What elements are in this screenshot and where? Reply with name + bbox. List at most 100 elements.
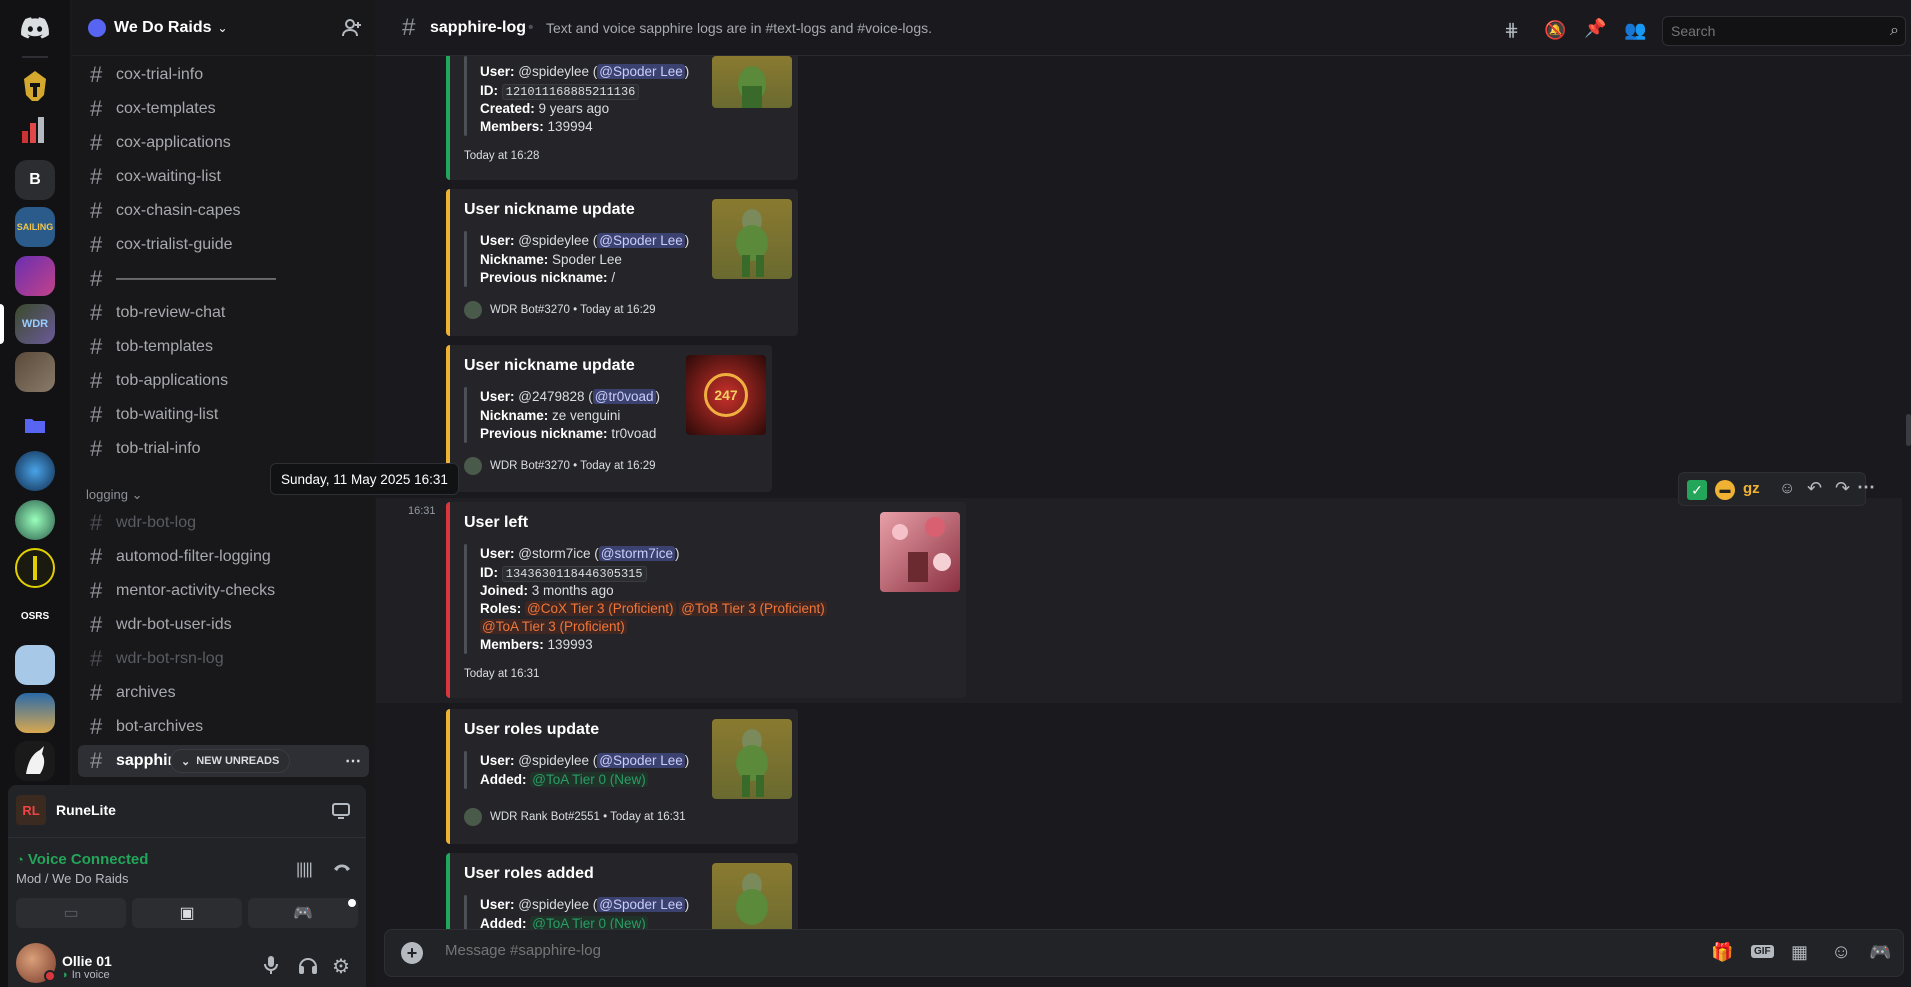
chevron-down-icon: ⌄ bbox=[181, 755, 191, 768]
voice-status[interactable]: ◔ Voice Connected bbox=[16, 851, 148, 868]
avatar-thumbnail[interactable] bbox=[712, 863, 792, 929]
server-avatar-icon[interactable] bbox=[15, 256, 55, 296]
avatar-thumbnail[interactable] bbox=[712, 56, 792, 108]
more-options-icon[interactable]: ⋯ bbox=[1857, 477, 1875, 498]
channel-item[interactable]: # mentor-activity-checks bbox=[78, 575, 369, 607]
upload-plus-icon[interactable]: + bbox=[401, 942, 423, 964]
avatar-thumbnail[interactable] bbox=[712, 199, 792, 279]
new-unreads-badge[interactable]: ⌄ NEW UNREADS bbox=[170, 749, 291, 773]
server-castle-icon[interactable] bbox=[15, 693, 55, 733]
channel-item[interactable]: # —————————— bbox=[78, 263, 369, 295]
user-mention[interactable]: @Spoder Lee bbox=[597, 897, 685, 912]
microphone-icon[interactable] bbox=[264, 955, 278, 980]
threads-icon[interactable]: ⋕ bbox=[1504, 20, 1519, 41]
channel-item[interactable]: # automod-filter-logging bbox=[78, 541, 369, 573]
add-member-icon[interactable] bbox=[342, 18, 362, 43]
check-reaction-icon[interactable]: ✓ bbox=[1687, 480, 1707, 500]
role-mention[interactable]: @ToB Tier 3 (Proficient) bbox=[679, 601, 827, 616]
folder-icon[interactable] bbox=[15, 405, 55, 445]
role-mention[interactable]: @ToA Tier 0 (New) bbox=[530, 916, 648, 929]
server-helmet-icon[interactable] bbox=[15, 66, 55, 106]
user-mention[interactable]: @storm7ice bbox=[598, 546, 675, 561]
gif-icon[interactable]: GIF bbox=[1751, 945, 1774, 958]
channel-item[interactable]: # tob-review-chat bbox=[78, 297, 369, 329]
user-mention[interactable]: @Spoder Lee bbox=[597, 233, 685, 248]
role-mention[interactable]: @ToA Tier 3 (Proficient) bbox=[480, 619, 627, 634]
channel-item[interactable]: # cox-trial-info bbox=[78, 59, 369, 91]
voice-location[interactable]: Mod / We Do Raids bbox=[16, 871, 128, 886]
screen-share-icon[interactable] bbox=[332, 803, 350, 824]
user-mention[interactable]: @Spoder Lee bbox=[597, 64, 685, 79]
message-input[interactable] bbox=[445, 942, 1445, 959]
sunglasses-reaction-icon[interactable]: ▬ bbox=[1715, 480, 1735, 500]
add-reaction-icon[interactable]: ☺ bbox=[1779, 480, 1795, 498]
bot-avatar-icon bbox=[464, 301, 482, 319]
server-header[interactable]: We Do Raids ⌄ bbox=[72, 0, 375, 56]
reply-icon[interactable]: ↶ bbox=[1807, 478, 1822, 499]
role-mention[interactable]: @CoX Tier 3 (Proficient) bbox=[525, 601, 676, 616]
channel-item-active[interactable]: # sapphir ⌄ NEW UNREADS ⋯ bbox=[78, 745, 369, 777]
camera-off-button[interactable]: ▭ bbox=[16, 898, 126, 928]
server-unicorn-icon[interactable] bbox=[15, 741, 55, 781]
role-mention[interactable]: @ToA Tier 0 (New) bbox=[530, 772, 648, 787]
channel-item[interactable]: # wdr-bot-rsn-log bbox=[78, 643, 369, 675]
channel-item[interactable]: # cox-waiting-list bbox=[78, 161, 369, 193]
user-mention[interactable]: @tr0voad bbox=[592, 389, 656, 404]
more-options-icon[interactable]: ⋯ bbox=[345, 751, 361, 771]
search-input[interactable] bbox=[1671, 23, 1871, 39]
channel-topic[interactable]: Text and voice sapphire logs are in #tex… bbox=[546, 20, 932, 36]
quote-bar bbox=[464, 387, 467, 443]
avatar-thumbnail[interactable]: 247 bbox=[686, 355, 766, 435]
server-osrs-icon[interactable]: OSRS bbox=[15, 596, 55, 636]
sticker-icon[interactable]: ▦ bbox=[1791, 942, 1808, 963]
server-knight-icon[interactable] bbox=[15, 645, 55, 685]
avatar-thumbnail[interactable] bbox=[712, 719, 792, 799]
member-list-icon[interactable]: 👥 bbox=[1624, 20, 1646, 41]
server-cat-icon[interactable] bbox=[15, 500, 55, 540]
server-blue-icon[interactable] bbox=[15, 451, 55, 491]
search-box[interactable]: ⌕ bbox=[1662, 16, 1906, 46]
emoji-icon[interactable]: ☺ bbox=[1831, 941, 1851, 964]
server-chart-icon[interactable] bbox=[15, 110, 55, 150]
channel-name: cox-trial-info bbox=[116, 66, 204, 83]
channel-item[interactable]: # cox-chasin-capes bbox=[78, 195, 369, 227]
apps-gamepad-icon[interactable]: 🎮 bbox=[1869, 942, 1891, 963]
channel-item[interactable]: # cox-templates bbox=[78, 93, 369, 125]
disconnect-icon[interactable] bbox=[332, 859, 352, 880]
activities-button[interactable]: 🎮 bbox=[248, 898, 358, 928]
scrollbar-thumb[interactable] bbox=[1906, 414, 1911, 446]
headphones-icon[interactable] bbox=[298, 955, 318, 980]
channel-item[interactable]: # tob-trial-info bbox=[78, 433, 369, 465]
notification-muted-icon[interactable]: 🔕 bbox=[1544, 20, 1566, 41]
home-discord-icon[interactable] bbox=[15, 8, 55, 48]
channel-item[interactable]: # archives bbox=[78, 677, 369, 709]
server-wizard-icon[interactable] bbox=[15, 352, 55, 392]
channel-item[interactable]: # wdr-bot-log bbox=[78, 507, 369, 539]
message-timestamp[interactable]: 16:31 bbox=[408, 505, 436, 517]
channel-item[interactable]: # cox-trialist-guide bbox=[78, 229, 369, 261]
activity-row[interactable]: RL RuneLite bbox=[16, 795, 116, 825]
user-name[interactable]: Ollie 01 bbox=[62, 953, 112, 969]
server-yellow-icon[interactable] bbox=[15, 548, 55, 588]
settings-gear-icon[interactable]: ⚙ bbox=[332, 954, 350, 979]
server-wdr-icon[interactable]: WDR bbox=[15, 304, 55, 344]
server-b-icon[interactable]: B bbox=[15, 160, 55, 200]
forward-icon[interactable]: ↷ bbox=[1835, 478, 1850, 499]
gz-reaction-icon[interactable]: gz bbox=[1743, 480, 1760, 497]
channel-item[interactable]: # tob-applications bbox=[78, 365, 369, 397]
gift-icon[interactable]: 🎁 bbox=[1711, 942, 1733, 963]
server-sailing-icon[interactable]: SAILING bbox=[15, 207, 55, 247]
embed-field-members: Members: 139994 bbox=[480, 119, 593, 134]
channel-item[interactable]: # tob-templates bbox=[78, 331, 369, 363]
channel-item[interactable]: # cox-applications bbox=[78, 127, 369, 159]
avatar-thumbnail[interactable] bbox=[880, 512, 960, 592]
channel-item[interactable]: # tob-waiting-list bbox=[78, 399, 369, 431]
pin-icon[interactable]: 📌 bbox=[1584, 18, 1606, 39]
user-mention[interactable]: @Spoder Lee bbox=[597, 753, 685, 768]
screen-share-button[interactable]: ▣ bbox=[132, 898, 242, 928]
bot-avatar-icon bbox=[464, 457, 482, 475]
noise-suppression-icon[interactable]: ||||| bbox=[296, 861, 313, 879]
channel-item[interactable]: # wdr-bot-user-ids bbox=[78, 609, 369, 641]
channel-item[interactable]: # bot-archives bbox=[78, 711, 369, 743]
category-logging[interactable]: logging ⌄ bbox=[86, 487, 142, 503]
